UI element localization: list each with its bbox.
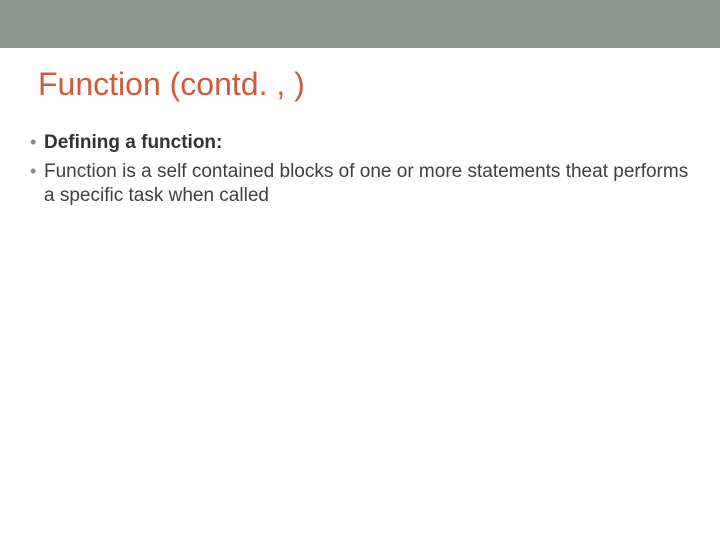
bullet-item: Function is a self contained blocks of o… [30, 160, 690, 209]
top-accent-bar [0, 0, 720, 48]
bullet-text: Function is a self contained blocks of o… [44, 161, 688, 207]
bullet-list: Defining a function: Function is a self … [30, 131, 690, 209]
slide-title: Function (contd. , ) [38, 66, 720, 103]
bullet-text: Defining a function: [44, 132, 222, 153]
bullet-item: Defining a function: [30, 131, 690, 156]
slide-content: Defining a function: Function is a self … [30, 131, 690, 209]
